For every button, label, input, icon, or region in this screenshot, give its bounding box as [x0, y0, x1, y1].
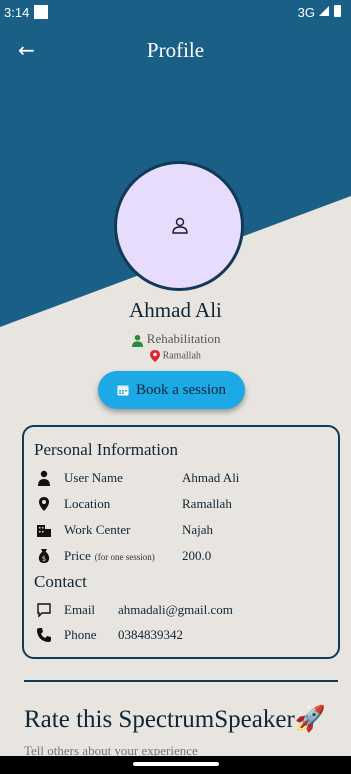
- svg-text:$: $: [42, 555, 46, 563]
- money-bag-icon: $: [38, 549, 50, 563]
- rocket-icon: 🚀: [294, 706, 326, 733]
- work-center-label: Work Center: [64, 522, 131, 537]
- contact-row-phone: Phone 0384839342: [36, 625, 336, 645]
- price-label: Price: [64, 548, 91, 563]
- info-row-location: Location Ramallah: [36, 494, 336, 514]
- status-time: 3:14: [4, 5, 30, 20]
- location-value: Ramallah: [182, 496, 232, 511]
- price-value: 200.0: [182, 548, 212, 563]
- section-divider: [24, 680, 338, 682]
- home-gesture-handle[interactable]: [133, 762, 219, 766]
- profile-info-card: Personal Information User Name Ahmad Ali…: [22, 425, 340, 659]
- user-icon: [38, 470, 50, 486]
- phone-label: Phone: [64, 627, 97, 642]
- profile-specialty: Rehabilitation: [0, 331, 351, 347]
- rate-title-text: Rate this SpectrumSpeaker: [24, 706, 295, 733]
- location-pin-icon: [150, 350, 161, 362]
- status-bar: 3:14 3G: [0, 0, 351, 26]
- info-row-work-center: Work Center Najah: [36, 520, 336, 540]
- doctor-icon: [131, 334, 143, 347]
- phone-value[interactable]: 0384839342: [118, 627, 183, 643]
- specialty-label: Rehabilitation: [146, 331, 221, 346]
- notification-icon: [34, 5, 48, 19]
- email-value[interactable]: ahmadali@gmail.com: [118, 602, 233, 618]
- city-label: Ramallah: [162, 350, 201, 362]
- location-label: Location: [64, 496, 111, 511]
- phone-icon: [37, 628, 51, 642]
- price-note: (for one session): [94, 552, 155, 562]
- user-outline-icon: [172, 217, 188, 234]
- system-nav-bar: [0, 756, 351, 774]
- info-row-price: $ Price (for one session) 200.0: [36, 546, 336, 566]
- network-type: 3G: [297, 5, 315, 20]
- calendar-icon: [117, 385, 129, 396]
- chat-icon: [37, 603, 51, 618]
- avatar[interactable]: [114, 161, 244, 291]
- info-row-username: User Name Ahmad Ali: [36, 468, 336, 488]
- username-value: Ahmad Ali: [182, 470, 240, 485]
- username-label: User Name: [64, 470, 123, 485]
- battery-icon: [334, 5, 341, 17]
- page-title: Profile: [146, 38, 205, 62]
- personal-info-title: Personal Information: [34, 440, 178, 459]
- book-session-label: Book a session: [136, 381, 226, 398]
- signal-icon: [319, 6, 329, 16]
- book-session-button[interactable]: Book a session: [98, 371, 245, 409]
- rate-title: Rate this SpectrumSpeaker🚀: [24, 705, 326, 734]
- building-icon: [37, 525, 51, 537]
- contact-title: Contact: [34, 572, 87, 591]
- profile-name: Ahmad Ali: [129, 298, 222, 322]
- contact-row-email: Email ahmadali@gmail.com: [36, 600, 336, 620]
- email-label: Email: [64, 602, 96, 617]
- profile-city: Ramallah: [0, 350, 351, 362]
- work-center-value: Najah: [182, 522, 214, 537]
- location-pin-icon: [39, 497, 49, 511]
